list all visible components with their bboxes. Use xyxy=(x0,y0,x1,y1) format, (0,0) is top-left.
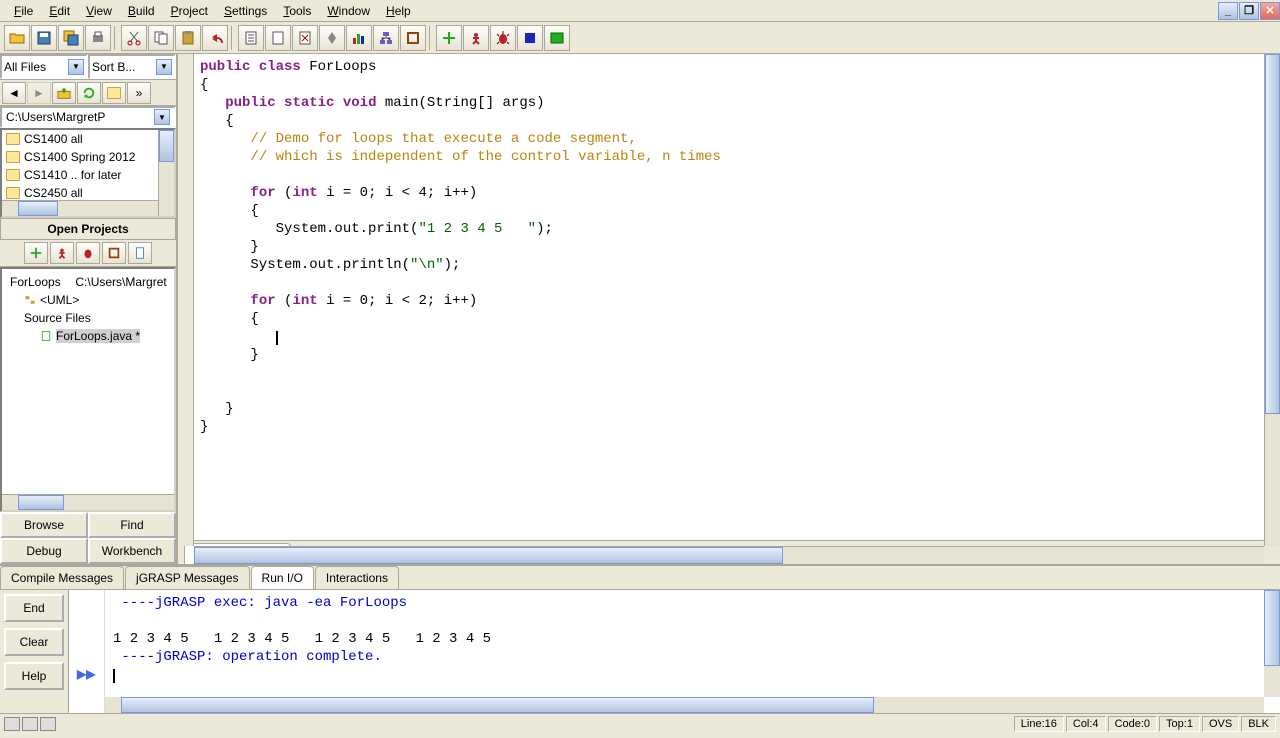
uml-icon[interactable] xyxy=(400,25,426,51)
menu-build[interactable]: Build xyxy=(120,2,163,20)
sort-combo[interactable]: Sort B...▼ xyxy=(88,54,176,79)
end-button[interactable]: End xyxy=(4,594,64,622)
proj-hscroll[interactable] xyxy=(2,494,174,510)
find-button[interactable]: Find xyxy=(88,512,176,538)
browse-button[interactable]: Browse xyxy=(0,512,88,538)
menu-file[interactable]: File xyxy=(6,2,41,20)
folder-icon xyxy=(6,133,20,145)
status-code: Code:0 xyxy=(1108,716,1157,732)
undo-icon[interactable] xyxy=(202,25,228,51)
back-icon[interactable]: ◄ xyxy=(2,82,26,104)
menu-project[interactable]: Project xyxy=(163,2,216,20)
menu-window[interactable]: Window xyxy=(319,2,378,20)
folder-icon xyxy=(6,151,20,163)
tab-run-io[interactable]: Run I/O xyxy=(251,566,314,589)
proj-debug-icon[interactable] xyxy=(76,242,100,264)
maximize-button[interactable]: ❐ xyxy=(1239,2,1259,20)
print-icon[interactable] xyxy=(85,25,111,51)
editor-area: public class ForLoops { public static vo… xyxy=(178,54,1280,564)
console-output[interactable]: ----jGRASP exec: java -ea ForLoops 1 2 3… xyxy=(105,590,1280,713)
menu-edit[interactable]: Edit xyxy=(41,2,78,20)
path-combo[interactable]: C:\Users\MargretP▼ xyxy=(0,106,176,128)
sidebar: All Files▼ Sort B...▼ ◄ ► » C:\Users\Mar… xyxy=(0,54,178,564)
close-button[interactable]: ✕ xyxy=(1260,2,1280,20)
workbench-button[interactable]: Workbench xyxy=(88,538,176,564)
remove-csd-icon[interactable] xyxy=(292,25,318,51)
menu-settings[interactable]: Settings xyxy=(216,2,275,20)
status-col: Col:4 xyxy=(1066,716,1106,732)
cut-icon[interactable] xyxy=(121,25,147,51)
status-line: Line:16 xyxy=(1014,716,1064,732)
status-ovs: OVS xyxy=(1202,716,1239,732)
folder-tree[interactable]: CS1400 all CS1400 Spring 2012 CS1410 .. … xyxy=(0,128,176,218)
save-icon[interactable] xyxy=(31,25,57,51)
clear-button[interactable]: Clear xyxy=(4,628,64,656)
debug-icon[interactable] xyxy=(490,25,516,51)
debug-button[interactable]: Debug xyxy=(0,538,88,564)
folder-icon xyxy=(6,169,20,181)
console-hscroll[interactable] xyxy=(105,697,1264,713)
console: End Clear Help ▶▶ ----jGRASP exec: java … xyxy=(0,589,1280,713)
stop-icon[interactable] xyxy=(517,25,543,51)
status-icon[interactable] xyxy=(22,717,38,731)
console-gutter: ▶▶ xyxy=(69,590,105,713)
home-icon[interactable] xyxy=(102,82,126,104)
uml-node-icon xyxy=(24,294,36,306)
new-csd-icon[interactable] xyxy=(265,25,291,51)
paste-icon[interactable] xyxy=(175,25,201,51)
up-icon[interactable] xyxy=(52,82,76,104)
console-tabs: Compile Messages jGRASP Messages Run I/O… xyxy=(0,564,1280,589)
cpg-icon[interactable] xyxy=(373,25,399,51)
prompt-icon: ▶▶ xyxy=(77,667,95,681)
status-bar: Line:16 Col:4 Code:0 Top:1 OVS BLK xyxy=(0,713,1280,733)
proj-run-icon[interactable] xyxy=(50,242,74,264)
tab-compile-messages[interactable]: Compile Messages xyxy=(0,566,124,589)
chart-icon[interactable] xyxy=(346,25,372,51)
copy-icon[interactable] xyxy=(148,25,174,51)
java-file-icon xyxy=(40,330,52,342)
status-icon[interactable] xyxy=(40,717,56,731)
fold-icon[interactable] xyxy=(319,25,345,51)
status-top: Top:1 xyxy=(1159,716,1200,732)
menu-view[interactable]: View xyxy=(78,2,120,20)
menu-help[interactable]: Help xyxy=(378,2,419,20)
status-blk: BLK xyxy=(1241,716,1276,732)
console-vscroll[interactable] xyxy=(1264,590,1280,697)
editor-hscroll[interactable] xyxy=(194,546,1264,564)
save-as-icon[interactable] xyxy=(58,25,84,51)
open-icon[interactable] xyxy=(4,25,30,51)
tab-interactions[interactable]: Interactions xyxy=(315,566,399,589)
proj-uml-icon[interactable] xyxy=(102,242,126,264)
editor-gutter[interactable] xyxy=(178,54,194,546)
menu-bar: File Edit View Build Project Settings To… xyxy=(0,0,1280,22)
tree-hscroll[interactable] xyxy=(2,200,158,216)
run-icon[interactable] xyxy=(463,25,489,51)
interactions-icon[interactable] xyxy=(544,25,570,51)
minimize-button[interactable]: _ xyxy=(1218,2,1238,20)
more-icon[interactable]: » xyxy=(127,82,151,104)
menu-tools[interactable]: Tools xyxy=(275,2,319,20)
proj-add-icon[interactable] xyxy=(24,242,48,264)
code-editor[interactable]: public class ForLoops { public static vo… xyxy=(178,54,1280,540)
tab-jgrasp-messages[interactable]: jGRASP Messages xyxy=(125,566,250,589)
file-filter-combo[interactable]: All Files▼ xyxy=(0,54,88,79)
tree-vscroll[interactable] xyxy=(158,130,174,216)
refresh-icon[interactable] xyxy=(77,82,101,104)
status-icon[interactable] xyxy=(4,717,20,731)
editor-vscroll[interactable] xyxy=(1264,54,1280,546)
help-button[interactable]: Help xyxy=(4,662,64,690)
forward-icon[interactable]: ► xyxy=(27,82,51,104)
folder-icon xyxy=(6,187,20,199)
project-tree[interactable]: ForLoops C:\Users\Margret <UML> Source F… xyxy=(0,267,176,512)
proj-doc-icon[interactable] xyxy=(128,242,152,264)
projects-header: Open Projects xyxy=(0,218,176,240)
main-toolbar xyxy=(0,22,1280,54)
compile-icon[interactable] xyxy=(436,25,462,51)
csd-icon[interactable] xyxy=(238,25,264,51)
